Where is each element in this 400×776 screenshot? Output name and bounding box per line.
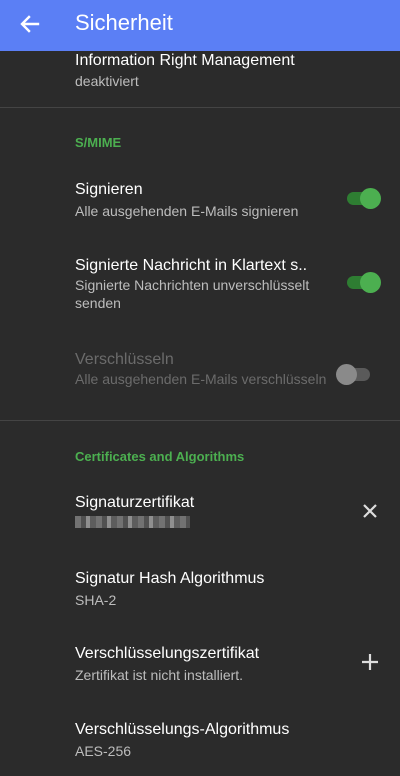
setting-subtitle: SHA-2 [75, 592, 117, 608]
add-icon[interactable] [356, 648, 384, 676]
close-icon[interactable] [356, 497, 384, 525]
setting-subtitle: Signierte Nachrichten unverschlüsselt se… [75, 277, 310, 311]
section-header-smime: S/MIME [75, 135, 122, 150]
redacted-certificate-name [75, 516, 190, 528]
section-header-certificates: Certificates and Algorithms [75, 449, 245, 464]
setting-title: Signatur Hash Algorithmus [75, 570, 265, 587]
setting-title: Verschlüsselungszertifikat [75, 645, 260, 662]
setting-encryption-algorithm[interactable]: Verschlüsselungs-Algorithmus AES-256 [0, 712, 400, 772]
setting-encrypt: Verschlüsseln Alle ausgehenden E-Mails v… [0, 341, 400, 411]
setting-subtitle: Zertifikat ist nicht installiert. [75, 667, 244, 683]
setting-title: Signaturzertifikat [75, 494, 195, 511]
toggle-knob [360, 188, 381, 209]
setting-title: Verschlüsseln [75, 351, 174, 368]
toggle-switch[interactable] [345, 186, 381, 210]
toggle-switch [336, 362, 372, 386]
toggle-switch[interactable] [345, 270, 381, 294]
setting-cleartext[interactable]: Signierte Nachricht in Klartext s.. Sign… [0, 247, 400, 317]
toggle-knob [360, 272, 381, 293]
settings-list: Information Right Management deaktiviert… [0, 51, 400, 776]
setting-title: Signierte Nachricht in Klartext s.. [75, 257, 308, 274]
back-arrow-icon[interactable] [17, 11, 43, 37]
setting-sign[interactable]: Signieren Alle ausgehenden E-Mails signi… [0, 171, 400, 231]
app-bar: Sicherheit [0, 0, 400, 51]
setting-signature-hash[interactable]: Signatur Hash Algorithmus SHA-2 [0, 561, 400, 621]
setting-title: Verschlüsselungs-Algorithmus [75, 721, 290, 738]
page-title: Sicherheit [75, 10, 173, 35]
toggle-knob [336, 364, 357, 385]
setting-subtitle: Alle ausgehenden E-Mails verschlüsseln [75, 371, 327, 387]
divider [0, 107, 400, 108]
setting-signature-certificate[interactable]: Signaturzertifikat [0, 485, 400, 547]
setting-encryption-certificate[interactable]: Verschlüsselungszertifikat Zertifikat is… [0, 636, 400, 698]
setting-irm[interactable]: Information Right Management deaktiviert [0, 51, 400, 107]
setting-subtitle: deaktiviert [75, 73, 139, 89]
divider [0, 420, 400, 421]
setting-title: Information Right Management [75, 52, 295, 69]
setting-title: Signieren [75, 181, 143, 198]
setting-subtitle: Alle ausgehenden E-Mails signieren [75, 203, 299, 219]
setting-subtitle: AES-256 [75, 743, 132, 759]
